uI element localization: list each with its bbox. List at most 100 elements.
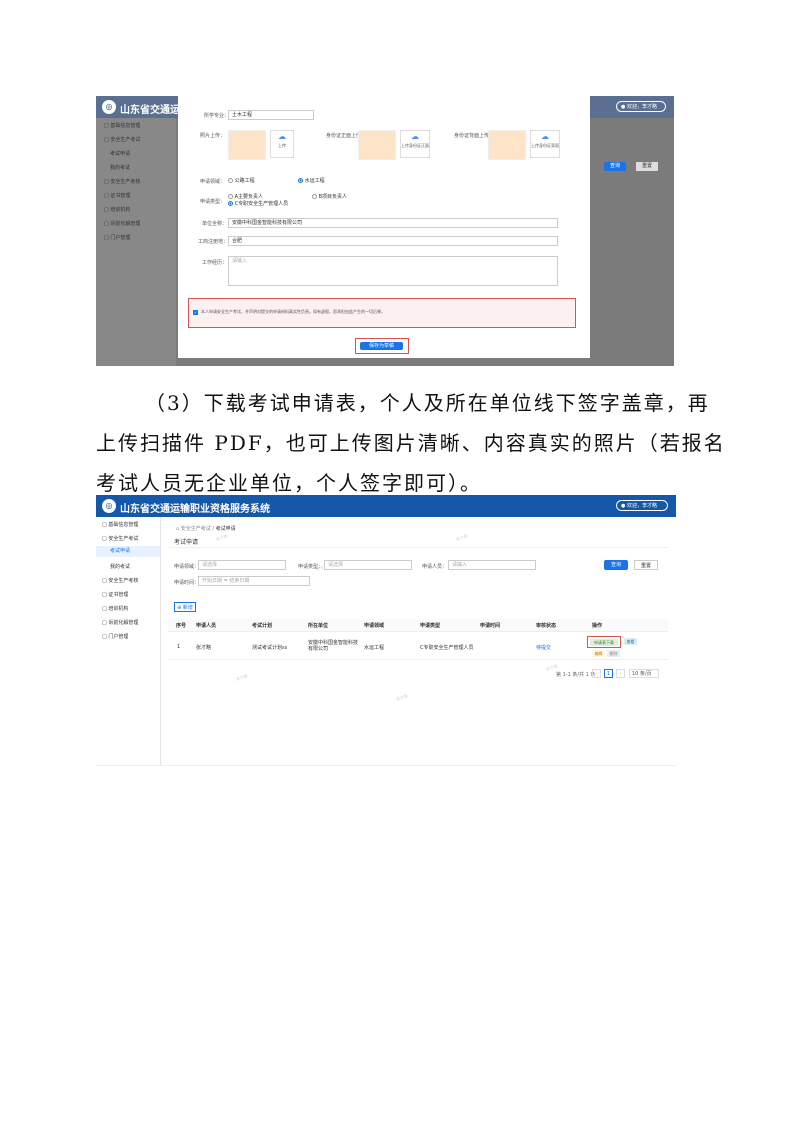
paragraph-line-3: 考试人员无企业单位，个人签字即可）。 bbox=[96, 471, 482, 495]
user-name: 欢迎，李才略 bbox=[626, 503, 657, 509]
col-unit: 所在单位 bbox=[308, 623, 329, 629]
cell-field: 水运工程 bbox=[364, 645, 385, 651]
download-form-button[interactable]: 申请表下载 bbox=[590, 639, 618, 646]
sidebar-item-mediation[interactable]: □ 诉前化解管理 bbox=[102, 619, 138, 626]
query-button[interactable]: 查询 bbox=[604, 560, 628, 570]
user-menu[interactable]: ● 欢迎，李才略 bbox=[616, 500, 668, 511]
logo-icon: ◎ bbox=[102, 499, 116, 513]
sidebar-item-exam[interactable]: □ 安全生产考试 bbox=[102, 535, 138, 542]
agreement-checkbox[interactable]: ✓ bbox=[193, 310, 198, 315]
cell-person: 张才略 bbox=[196, 645, 212, 651]
id-front-preview bbox=[358, 130, 396, 160]
experience-label: 工作经历： bbox=[202, 260, 228, 266]
sidebar-item-portal[interactable]: □ 门户管理 bbox=[102, 633, 128, 640]
id-back-upload[interactable]: ☁ 上传身份证背面 bbox=[530, 130, 560, 158]
time-filter-label: 申请时间： bbox=[174, 580, 200, 586]
page-title: 考试申请 bbox=[174, 539, 199, 546]
app-title: 山东省交通运输职业资格服务系统 bbox=[120, 504, 270, 515]
user-icon: ● bbox=[621, 104, 626, 110]
col-status: 审核状态 bbox=[536, 623, 557, 629]
col-field: 申请领域 bbox=[364, 623, 385, 629]
watermark: 李才略 bbox=[455, 533, 469, 542]
col-plan: 考试计划 bbox=[252, 623, 273, 629]
edit-button[interactable]: 编辑 bbox=[592, 650, 605, 657]
watermark: 李才略 bbox=[215, 533, 229, 542]
major-input[interactable]: 土木工程 bbox=[228, 110, 314, 120]
sidebar-item-my-exam[interactable]: 我的考试 bbox=[110, 563, 130, 570]
page-size-select[interactable]: 10 条/页 bbox=[629, 669, 659, 678]
sidebar-item-apply[interactable]: 考试申请 bbox=[96, 546, 160, 557]
download-highlight: 申请表下载 bbox=[587, 636, 621, 648]
type-option-c[interactable]: C专职安全生产管理人员 bbox=[228, 200, 288, 207]
sidebar-item-basic[interactable]: □ 基础信息管理 bbox=[102, 521, 138, 528]
add-button[interactable]: ⊕ 新增 bbox=[174, 602, 196, 612]
col-person: 申请人员 bbox=[196, 623, 217, 629]
unit-input[interactable]: 安徽中科国金智能科技有限公司 bbox=[228, 218, 558, 228]
user-icon: ● bbox=[621, 503, 626, 509]
sidebar-item-portal[interactable]: □ 门户管理 bbox=[104, 234, 130, 241]
reset-button-bg: 重置 bbox=[636, 162, 658, 171]
sidebar-item-exam[interactable]: □ 安全生产考试 bbox=[104, 136, 140, 143]
sidebar: □ 基础信息管理 □ 安全生产考试 考试申请 我的考试 □ 安全生产考核 □ 证… bbox=[96, 517, 161, 765]
sidebar-item-basic[interactable]: □ 基础信息管理 bbox=[104, 122, 140, 129]
field-filter-select[interactable]: 请选择 bbox=[198, 560, 286, 570]
person-filter-label: 申请人员： bbox=[422, 564, 448, 570]
upload-icon: ☁ bbox=[278, 132, 286, 141]
breadcrumb-item[interactable]: 安全生产考试 bbox=[181, 526, 211, 532]
col-type: 申请类型 bbox=[420, 623, 441, 629]
cell-plan: 测试考试计划ss bbox=[252, 645, 288, 651]
unit-label: 单位全称： bbox=[202, 221, 228, 227]
cell-status: 待提交 bbox=[536, 645, 552, 651]
next-page-icon[interactable]: › bbox=[616, 669, 625, 678]
agreement-highlight: ✓ 本人申请安全生产考试，并声明对提交的申请材料真实性负责。如有虚假，愿承担由此… bbox=[188, 298, 576, 328]
time-range-picker[interactable]: 开始日期 ~ 结束日期 bbox=[198, 576, 310, 586]
col-time: 申请时间 bbox=[480, 623, 501, 629]
type-option-b[interactable]: B项目负责人 bbox=[312, 193, 347, 200]
type-filter-label: 申请类型： bbox=[298, 564, 324, 570]
reset-button[interactable]: 重置 bbox=[634, 560, 658, 570]
view-button[interactable]: 查看 bbox=[624, 638, 637, 645]
delete-button[interactable]: 删除 bbox=[607, 650, 620, 657]
field-option-road[interactable]: 公路工程 bbox=[228, 177, 255, 184]
business-input[interactable]: 合肥 bbox=[228, 236, 558, 246]
sidebar-item-training[interactable]: □ 培训机构 bbox=[102, 605, 128, 612]
divider bbox=[168, 547, 668, 548]
col-index: 序号 bbox=[176, 623, 187, 629]
sidebar-item-training[interactable]: □ 培训机构 bbox=[104, 206, 130, 213]
field-label: 申请领域： bbox=[200, 179, 226, 185]
photo-upload[interactable]: ☁ 上传 bbox=[270, 130, 294, 158]
query-button-bg: 查询 bbox=[604, 162, 626, 171]
sidebar-item-assess[interactable]: □ 安全生产考核 bbox=[104, 178, 140, 185]
agreement-text: 本人申请安全生产考试，并声明对提交的申请材料真实性负责。如有虚假，愿承担由此产生… bbox=[201, 309, 385, 314]
business-label: 工商注册地： bbox=[198, 239, 229, 245]
save-draft-button[interactable]: 保存为草稿 bbox=[360, 342, 403, 350]
id-back-preview bbox=[488, 130, 526, 160]
person-filter-input[interactable]: 请输入 bbox=[448, 560, 536, 570]
cell-unit: 安徽中科国金智能科技有限公司 bbox=[308, 640, 359, 652]
sidebar-item-assess[interactable]: □ 安全生产考核 bbox=[102, 577, 138, 584]
pagination-summary: 第 1-1 条/共 1 条 bbox=[556, 672, 596, 678]
upload-icon: ☁ bbox=[411, 132, 419, 141]
sidebar-item-my-exam[interactable]: 我的考试 bbox=[110, 164, 130, 171]
prev-page-icon[interactable]: ‹ bbox=[592, 669, 601, 678]
app-header: ◎ 山东省交通运输职业资格服务系统 ● 欢迎，李才略 bbox=[96, 495, 676, 517]
user-menu[interactable]: ● 欢迎，李才略 bbox=[616, 101, 666, 112]
field-option-water[interactable]: 水运工程 bbox=[298, 177, 325, 184]
type-option-a[interactable]: A主要负责人 bbox=[228, 193, 263, 200]
sidebar-item-apply[interactable]: 考试申请 bbox=[110, 150, 130, 157]
apply-modal: 所学专业： 土木工程 照片上传： ☁ 上传 身份证正面上传： ☁ 上传身份证正面 身… bbox=[178, 96, 590, 358]
sidebar-item-mediation[interactable]: □ 诉前化解管理 bbox=[104, 220, 140, 227]
type-filter-select[interactable]: 请选择 bbox=[324, 560, 412, 570]
watermark: 李才略 bbox=[235, 673, 249, 682]
sidebar-item-cert[interactable]: □ 证书管理 bbox=[104, 192, 130, 199]
id-front-upload[interactable]: ☁ 上传身份证正面 bbox=[400, 130, 430, 158]
type-label: 申请类型： bbox=[200, 199, 226, 205]
upload-icon: ☁ bbox=[541, 132, 549, 141]
page-current[interactable]: 1 bbox=[604, 669, 613, 678]
watermark: 李才略 bbox=[395, 693, 409, 702]
sidebar: □ 基础信息管理 □ 安全生产考试 考试申请 我的考试 □ 安全生产考核 □ 证… bbox=[96, 118, 176, 366]
experience-textarea[interactable]: 请输入 bbox=[228, 256, 558, 286]
screenshot-apply-list: ◎ 山东省交通运输职业资格服务系统 ● 欢迎，李才略 □ 基础信息管理 □ 安全… bbox=[96, 495, 676, 766]
sidebar-item-cert[interactable]: □ 证书管理 bbox=[102, 591, 128, 598]
major-label: 所学专业： bbox=[204, 113, 230, 119]
